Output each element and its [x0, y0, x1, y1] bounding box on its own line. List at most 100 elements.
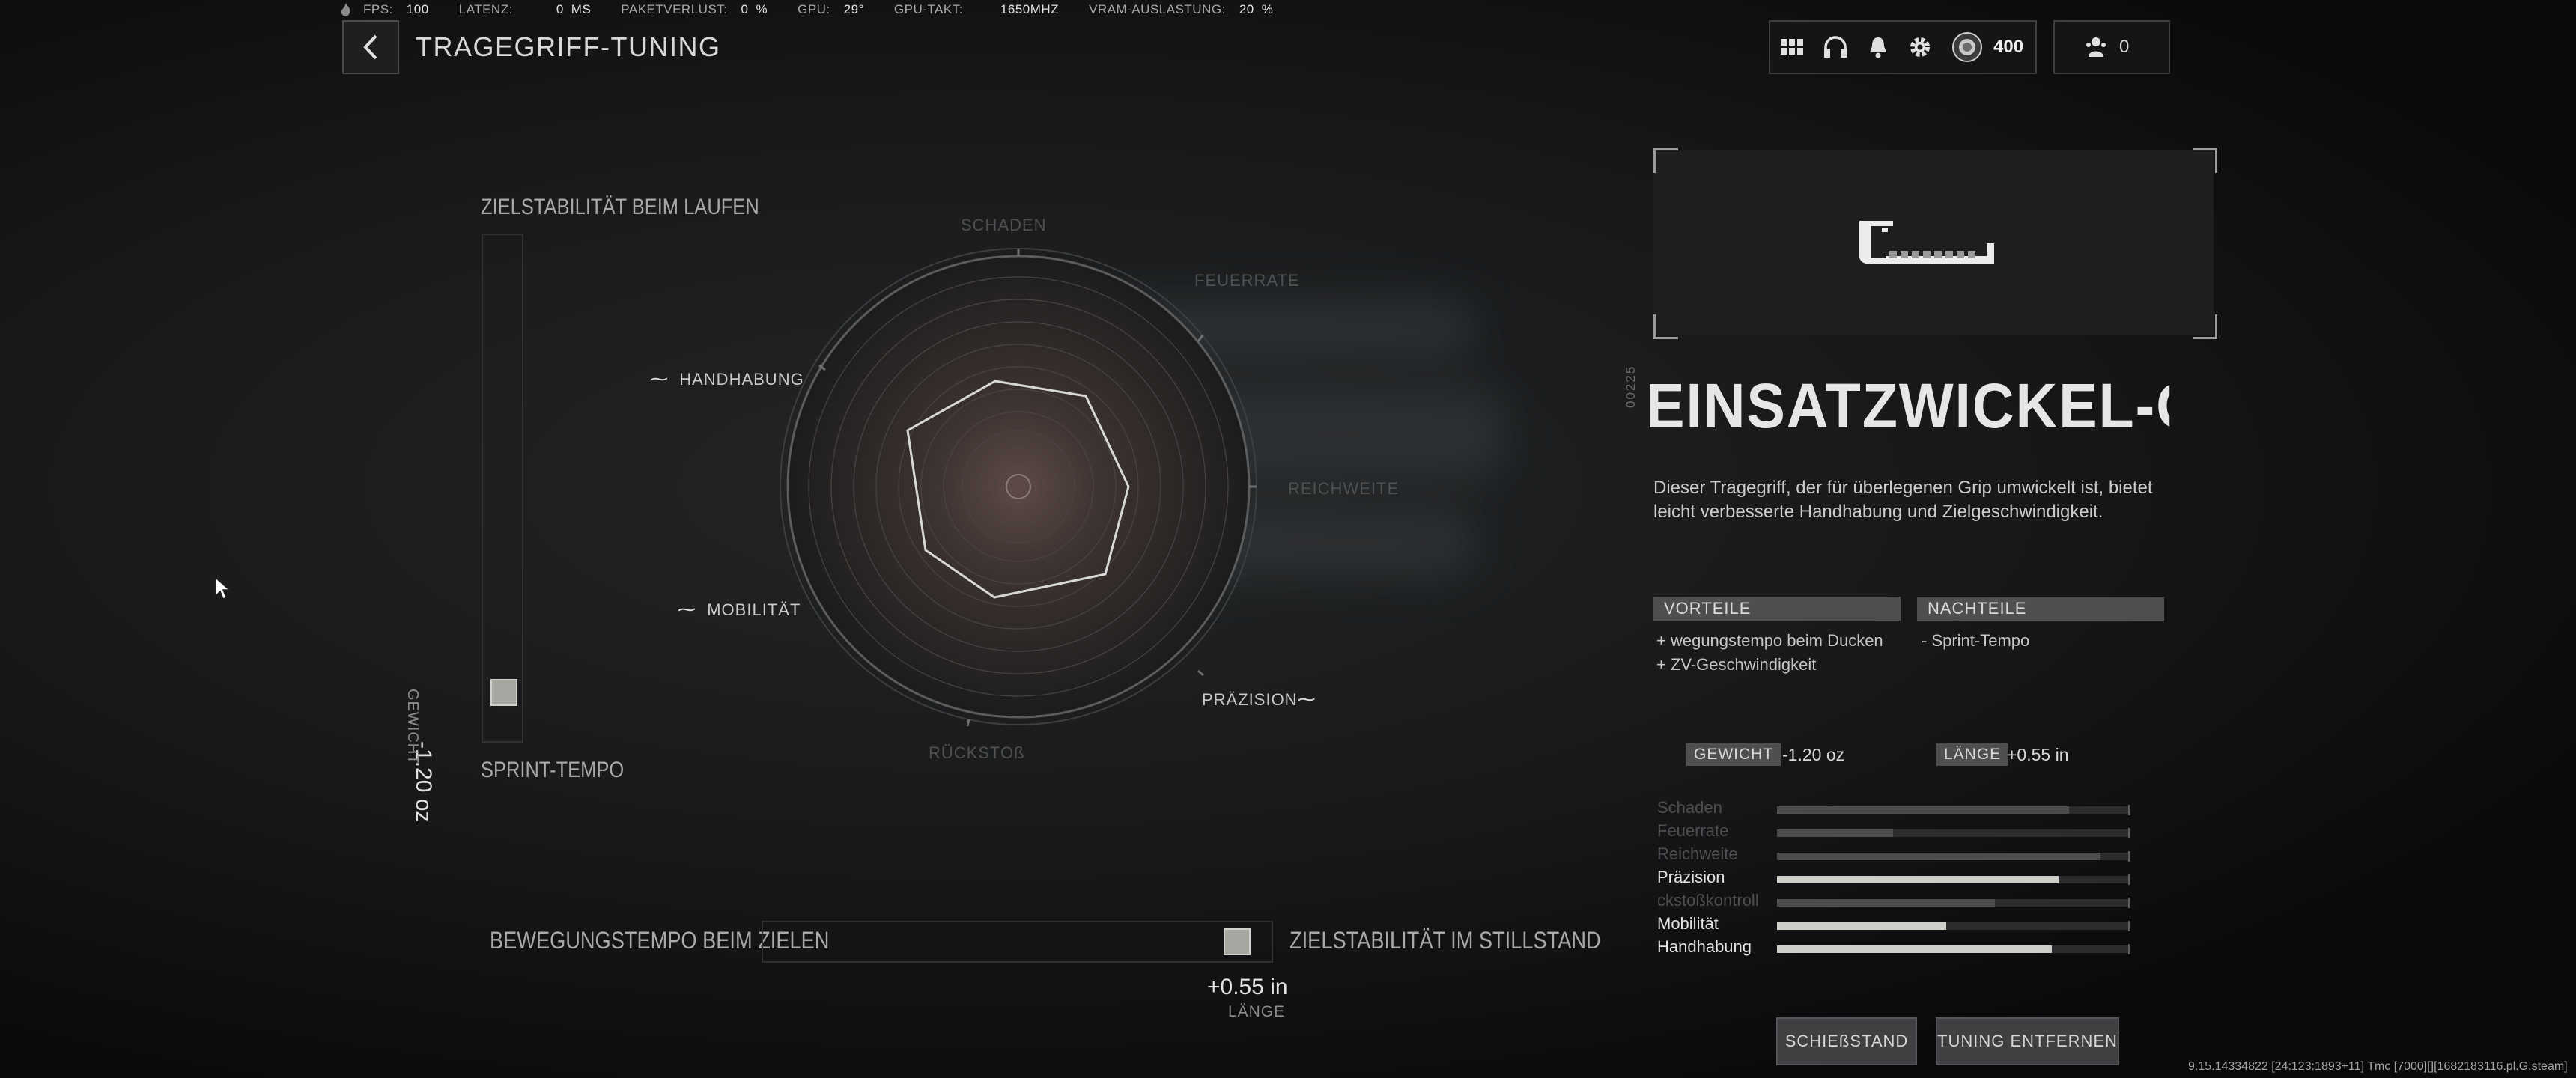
- party-button[interactable]: 0: [2053, 20, 2170, 74]
- radar-label-praezision-text: PRÄZISION: [1202, 690, 1298, 709]
- gpu-label: GPU:: [798, 2, 830, 16]
- vslider-bottom-label: SPRINT-TEMPO: [481, 758, 625, 782]
- stat-name: ckstoßkontroll: [1657, 891, 1759, 910]
- length-slider-handle[interactable]: [1224, 928, 1251, 955]
- radar-disc: [786, 255, 1251, 719]
- length-slider-track[interactable]: [762, 921, 1273, 963]
- stat-bar: [1777, 874, 2130, 885]
- vslider-top-label: ZIELSTABILITÄT BEIM LAUFEN: [481, 195, 759, 219]
- party-icon: [2085, 36, 2107, 58]
- radar-label-rueckstoss: RÜCKSTOß: [929, 743, 1025, 762]
- stat-bar-end: [2128, 851, 2130, 862]
- stat-bar: [1777, 851, 2130, 862]
- length-tag-value: +0.55 in: [2007, 745, 2069, 764]
- stat-bar-fill: [1777, 806, 2070, 814]
- radar-label-feuerrate: FEUERRATE: [1194, 271, 1300, 290]
- stat-bar-end: [2128, 944, 2130, 954]
- stat-bar: [1777, 944, 2130, 954]
- performance-bar: FPS: 100 LATENZ: 0 MS PAKETVERLUST: 0 % …: [341, 0, 1303, 19]
- pro-item: + ZV-Geschwindigkeit: [1656, 655, 1817, 674]
- stat-name: Mobilität: [1657, 914, 1719, 933]
- weight-tag: GEWICHT: [1686, 743, 1781, 766]
- stat-bar: [1777, 828, 2130, 838]
- vram-label: VRAM-AUSLASTUNG:: [1089, 2, 1226, 16]
- top-right-menu: 400: [1769, 20, 2037, 74]
- stat-bar: [1777, 921, 2130, 931]
- shooting-range-button[interactable]: SCHIEßSTAND: [1776, 1017, 1917, 1065]
- radar-label-handhabung: ⁓ HANDHABUNG: [650, 368, 804, 390]
- stat-bar-end: [2128, 805, 2130, 815]
- radar-label-reichweite: REICHWEITE: [1288, 479, 1400, 498]
- stat-bar-end: [2128, 874, 2130, 885]
- stat-bar-fill: [1777, 876, 2059, 883]
- stat-name: Schaden: [1657, 798, 1722, 817]
- chevron-left-icon: [362, 34, 379, 60]
- frame-corner: [2193, 148, 2217, 173]
- stat-bar: [1777, 898, 2130, 908]
- cod-points-icon[interactable]: [1951, 31, 1983, 63]
- weight-tag-value: -1.20 oz: [1782, 745, 1845, 764]
- pros-header: VORTEILE: [1653, 597, 1901, 621]
- frame-corner: [2193, 314, 2217, 339]
- stat-bar-fill: [1777, 853, 2101, 860]
- length-tag: LÄNGE: [1936, 743, 2009, 766]
- stat-bar-end: [2128, 828, 2130, 838]
- currency-amount: 400: [1993, 37, 2024, 57]
- hslider-right-label: ZIELSTABILITÄT IM STILLSTAND: [1289, 927, 1601, 954]
- length-value: +0.55 in: [1207, 975, 1288, 999]
- radar-label-mobilitaet-text: MOBILITÄT: [707, 600, 801, 619]
- fps-label: FPS:: [363, 2, 393, 16]
- latency-label: LATENZ:: [458, 2, 513, 16]
- flame-icon: [341, 3, 351, 16]
- latency-unit: MS: [571, 2, 592, 16]
- stat-name: Präzision: [1657, 868, 1725, 886]
- item-preview: [1653, 150, 2214, 335]
- tilde-icon: ⁓: [650, 369, 669, 389]
- stat-bar: [1777, 805, 2130, 815]
- gpuclock-value: 1650MHZ: [1000, 2, 1060, 16]
- build-string: 9.15.14334822 [24:123:1893+11] Tmc [7000…: [2188, 1060, 2568, 1073]
- back-button[interactable]: [342, 20, 399, 74]
- gpuclock-label: GPU-TAKT:: [893, 2, 963, 16]
- packetloss-unit: %: [756, 2, 768, 16]
- packetloss-label: PAKETVERLUST:: [621, 2, 728, 16]
- gear-icon[interactable]: [1908, 35, 1932, 59]
- con-item: - Sprint-Tempo: [1922, 631, 2030, 650]
- gpu-value: 29°: [843, 2, 864, 16]
- frame-corner: [1653, 314, 1678, 339]
- radar-label-praezision: PRÄZISION⁓: [1202, 689, 1316, 710]
- page-title: TRAGEGRIFF-TUNING: [416, 31, 721, 62]
- radar-label-mobilitaet: ⁓ MOBILITÄT: [678, 599, 801, 621]
- stat-bar-fill: [1777, 899, 1996, 907]
- packetloss-value: 0: [741, 2, 749, 16]
- radar-label-schaden: SCHADEN: [961, 216, 1047, 234]
- pro-item: + wegungstempo beim Ducken: [1656, 631, 1883, 650]
- bell-icon[interactable]: [1868, 36, 1889, 58]
- item-name: EINSATZWICKEL-GRIFF: [1646, 371, 2169, 441]
- stat-bar-end: [2128, 921, 2130, 931]
- fps-value: 100: [406, 2, 429, 16]
- stat-bar-fill: [1777, 922, 1946, 930]
- vram-value: 20: [1239, 2, 1254, 16]
- stat-name: Feuerrate: [1657, 821, 1729, 840]
- weight-unit-label: GEWICHT: [404, 689, 421, 765]
- grid-menu-icon[interactable]: [1781, 39, 1803, 55]
- frame-corner: [1653, 148, 1678, 173]
- stat-bar-fill: [1777, 945, 2052, 953]
- stat-bar-end: [2128, 898, 2130, 908]
- headset-icon[interactable]: [1823, 36, 1848, 58]
- tilde-icon: ⁓: [1297, 689, 1316, 710]
- cons-header: NACHTEILE: [1917, 597, 2164, 621]
- mouse-cursor-icon: [215, 576, 231, 600]
- radar-chart: [780, 248, 1257, 726]
- remove-tuning-button[interactable]: TUNING ENTFERNEN: [1936, 1017, 2119, 1065]
- stat-bar-fill: [1777, 829, 1894, 837]
- length-unit-label: LÄNGE: [1228, 1003, 1286, 1020]
- weight-slider-track[interactable]: [482, 234, 523, 743]
- item-description: Dieser Tragegriff, der für überlegenen G…: [1653, 478, 2153, 522]
- weight-slider-handle[interactable]: [490, 679, 517, 707]
- stat-name: Handhabung: [1657, 937, 1752, 956]
- radar-label-handhabung-text: HANDHABUNG: [679, 370, 804, 389]
- item-code: 00225: [1623, 365, 1638, 408]
- latency-value: 0: [556, 2, 564, 16]
